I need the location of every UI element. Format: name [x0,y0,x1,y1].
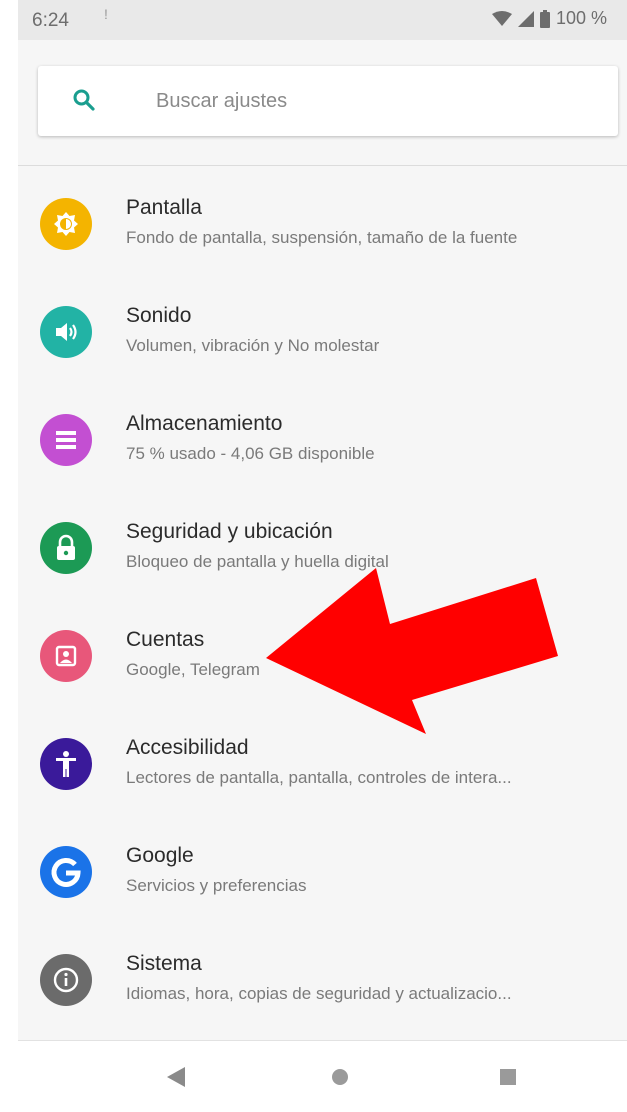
navigation-bar [18,1040,627,1112]
brightness-icon [40,198,92,250]
home-icon[interactable] [320,1057,360,1097]
settings-item-subtitle: Servicios y preferencias [126,876,307,895]
settings-item-title: Sistema [126,952,202,975]
status-bar: 6:24 ! 100 % [18,0,627,40]
volume-icon [40,306,92,358]
settings-item-title: Sonido [126,304,192,327]
status-icons: 100 % [491,8,607,29]
settings-item-title: Google [126,844,194,867]
settings-item-subtitle: Idiomas, hora, copias de seguridad y act… [126,984,512,1003]
notification-icon: ! [104,6,108,22]
settings-item-google[interactable]: Google Servicios y preferencias [18,814,627,922]
settings-item-title: Seguridad y ubicación [126,520,333,543]
settings-item-title: Accesibilidad [126,736,249,759]
back-icon[interactable] [156,1057,196,1097]
settings-item-sistema[interactable]: Sistema Idiomas, hora, copias de segurid… [18,922,627,1030]
search-input[interactable]: Buscar ajustes [38,66,618,136]
settings-screen: 6:24 ! 100 % Buscar ajustes Pantalla Fon… [18,0,627,1112]
search-placeholder: Buscar ajustes [156,90,288,112]
signal-icon [517,10,534,27]
settings-item-pantalla[interactable]: Pantalla Fondo de pantalla, suspensión, … [18,166,627,274]
battery-icon [539,9,550,28]
settings-item-title: Pantalla [126,196,202,219]
accessibility-icon [40,738,92,790]
settings-item-subtitle: Lectores de pantalla, pantalla, controle… [126,768,512,787]
info-icon [40,954,92,1006]
google-icon [40,846,92,898]
recents-icon[interactable] [488,1057,528,1097]
red-arrow-icon [266,568,558,734]
settings-item-subtitle: 75 % usado - 4,06 GB disponible [126,444,375,463]
wifi-icon [491,10,512,26]
settings-item-subtitle: Volumen, vibración y No molestar [126,336,380,355]
search-icon [73,89,95,111]
lock-icon [40,522,92,574]
status-time: 6:24 [32,10,69,31]
search-area: Buscar ajustes [18,40,627,166]
account-icon [40,630,92,682]
settings-item-subtitle: Fondo de pantalla, suspensión, tamaño de… [126,228,518,247]
storage-icon [40,414,92,466]
settings-item-title: Cuentas [126,628,205,651]
settings-item-almacenamiento[interactable]: Almacenamiento 75 % usado - 4,06 GB disp… [18,382,627,490]
settings-item-title: Almacenamiento [126,412,283,435]
settings-item-sonido[interactable]: Sonido Volumen, vibración y No molestar [18,274,627,382]
battery-level: 100 % [555,8,607,28]
